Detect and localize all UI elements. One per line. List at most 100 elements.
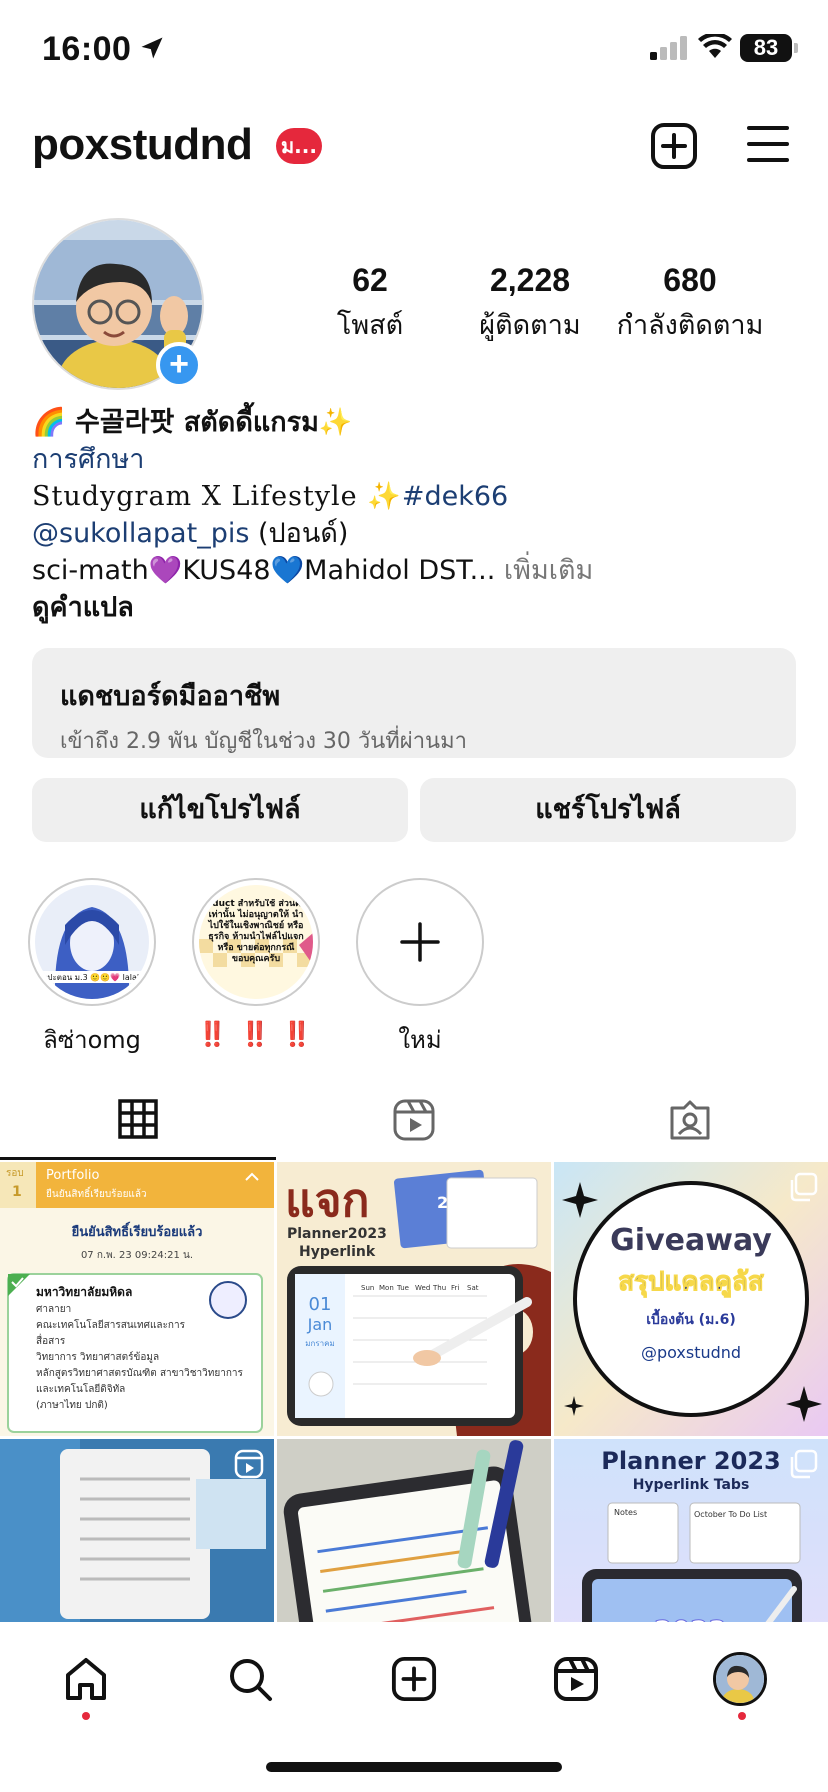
battery-nub (794, 43, 798, 53)
stat-followers[interactable]: 2,228 ผู้ติดตาม (440, 262, 620, 346)
detail-line: (ภาษาไทย ปกติ) (36, 1399, 108, 1411)
post-thumbnail[interactable] (0, 1439, 274, 1622)
post-thumbnail[interactable]: Planner 2023 Hyperlink Tabs Notes Octobe… (554, 1439, 828, 1622)
profile-tabs (0, 1080, 828, 1160)
post-thumbnail[interactable] (277, 1439, 551, 1622)
calendar-month-th: มกราคม (305, 1339, 335, 1348)
battery-icon: 83 (740, 34, 792, 62)
tab-posts[interactable] (0, 1080, 276, 1160)
round-label: รอบ (6, 1168, 24, 1179)
bio-line-3-text: sci-math💜KUS48💙Mahidol DST... (32, 555, 496, 586)
home-icon (66, 1658, 106, 1700)
stat-followers-label: ผู้ติดตาม (479, 310, 581, 341)
new-highlight[interactable]: ใหม่ (356, 878, 484, 1059)
highlight-cover: oduct สำหรับใช้ ส่วนตัวเท่านั้น ไม่อนุญา… (199, 885, 313, 999)
add-story-button[interactable]: + (156, 342, 202, 388)
weekday-label: Wed (415, 1284, 430, 1292)
bio-line-2-text: (ปอนด์) (249, 518, 349, 549)
profile-category[interactable]: การศึกษา (32, 441, 802, 478)
profile-notification-dot (738, 1712, 746, 1720)
confirm-date: 07 ก.พ. 23 09:24:21 น. (81, 1250, 193, 1261)
bio-line-2: @sukollapat_pis (ปอนด์) (32, 515, 802, 552)
highlight-item[interactable]: oduct สำหรับใช้ ส่วนตัวเท่านั้น ไม่อนุญา… (192, 878, 320, 1048)
hamburger-menu-icon[interactable] (746, 124, 790, 164)
bio-line-1-text: Studygram X Lifestyle ✨ (32, 481, 402, 512)
giveaway-heading: Giveaway (610, 1223, 772, 1258)
posts-grid-icon (118, 1098, 158, 1139)
post-handle: @poxstudnd (641, 1343, 741, 1362)
highlight-cover-text: ฉันศิลปะตอน ม.3 🙂🙂💗 lalalalisa (35, 973, 149, 982)
weekday-label: Sun (361, 1284, 374, 1292)
highlight-cover: ฉันศิลปะตอน ม.3 🙂🙂💗 lalalalisa (35, 885, 149, 999)
year-label: 2023 (437, 1193, 482, 1212)
bio-more-link[interactable]: เพิ่มเติม (495, 555, 593, 586)
username-switcher[interactable]: poxstudnd (32, 120, 253, 170)
wifi-icon (698, 34, 732, 58)
mention-link[interactable]: @sukollapat_pis (32, 518, 249, 549)
planner-title: Planner 2023 (601, 1447, 780, 1475)
highlight-item[interactable]: ฉันศิลปะตอน ม.3 🙂🙂💗 lalalalisa ลิซ่าomg (28, 878, 156, 1059)
dashboard-subtitle: เข้าถึง 2.9 พัน บัญชีในช่วง 30 วันที่ผ่า… (60, 729, 467, 754)
stat-posts-value: 62 (352, 262, 388, 298)
nav-search[interactable] (210, 1644, 290, 1714)
posts-grid: รอบ 1 Portfolio ยืนยันสิทธิ์เรียบร้อยแล้… (0, 1162, 828, 1622)
profile-avatar (713, 1652, 767, 1706)
home-indicator (266, 1762, 562, 1772)
create-post-icon[interactable] (650, 122, 698, 170)
cellular-signal-icon (650, 36, 687, 60)
reels-nav-icon (554, 1657, 598, 1701)
status-time: 16:00 (42, 30, 132, 68)
calendar-day: 01 (309, 1294, 332, 1315)
nav-home[interactable] (46, 1644, 126, 1714)
post-thumbnail[interactable]: Giveaway สรุปแคลคูลัส เบื้องต้น (ม.6) @p… (554, 1162, 828, 1436)
home-notification-dot (82, 1712, 90, 1720)
stat-following[interactable]: 680 กำลังติดตาม (600, 262, 780, 346)
weekday-label: Fri (451, 1284, 459, 1292)
edit-profile-button[interactable]: แก้ไขโปรไฟล์ (32, 778, 408, 842)
university-name: มหาวิทยาลัยมหิดล (36, 1285, 132, 1299)
carousel-icon (790, 1172, 818, 1202)
weekday-label: Sat (467, 1284, 479, 1292)
hashtag-link[interactable]: #dek66 (402, 481, 508, 512)
post-thumbnail[interactable]: แจก Planner2023 Hyperlink 2023 01 Jan มก… (277, 1162, 551, 1436)
detail-line: หลักสูตรวิทยาศาสตรบัณฑิต สาขาวิชาวิทยากา… (36, 1368, 243, 1379)
hyperlink-label: Hyperlink (299, 1244, 376, 1260)
detail-line: สื่อสาร (36, 1333, 66, 1347)
detail-line: วิทยาการ วิทยาศาสตร์ข้อมูล (36, 1351, 159, 1363)
reels-icon (393, 1099, 435, 1141)
highlight-ring: oduct สำหรับใช้ ส่วนตัวเท่านั้น ไม่อนุญา… (192, 878, 320, 1006)
stat-posts[interactable]: 62 โพสต์ (280, 262, 460, 346)
dashboard-title: แดชบอร์ดมืออาชีพ (60, 681, 281, 712)
new-highlight-label: ใหม่ (398, 1026, 442, 1054)
portfolio-title: Portfolio (46, 1168, 100, 1183)
nav-profile[interactable] (700, 1644, 780, 1714)
new-highlight-ring (356, 878, 484, 1006)
stat-following-value: 680 (663, 262, 717, 298)
round-number: 1 (12, 1184, 22, 1200)
portfolio-sub: ยืนยันสิทธิ์เรียบร้อยแล้ว (46, 1186, 147, 1200)
weekday-label: Tue (396, 1284, 409, 1292)
detail-line: คณะเทคโนโลยีสารสนเทศและการ (36, 1318, 186, 1331)
notes-label: Notes (614, 1508, 637, 1517)
calculus-title: สรุปแคลคูลัส (618, 1267, 764, 1298)
profile-bio: 🌈 수골라팟 สตัดดี้แกรม✨ การศึกษา Studygram X… (32, 404, 802, 626)
tab-reels[interactable] (276, 1080, 552, 1160)
todo-label: October To Do List (694, 1510, 767, 1519)
professional-dashboard[interactable]: แดชบอร์ดมืออาชีพ เข้าถึง 2.9 พัน บัญชีใน… (32, 648, 796, 758)
highlight-cover-text: oduct สำหรับใช้ ส่วนตัวเท่านั้น ไม่อนุญา… (205, 899, 307, 964)
nav-create[interactable] (374, 1644, 454, 1714)
highlight-label: ลิซ่าomg (43, 1026, 141, 1054)
see-translation-link[interactable]: ดูคำแปล (32, 589, 802, 626)
status-bar: 16:00 83 (0, 0, 828, 100)
highlight-ring: ฉันศิลปะตอน ม.3 🙂🙂💗 lalalalisa (28, 878, 156, 1006)
post-thumbnail[interactable]: รอบ 1 Portfolio ยืนยันสิทธิ์เรียบร้อยแล้… (0, 1162, 274, 1436)
stat-followers-value: 2,228 (489, 262, 571, 298)
profile-header: poxstudnd ม... (0, 112, 828, 182)
planner-subtitle: Hyperlink Tabs (633, 1477, 750, 1493)
notification-badge[interactable]: ม... (276, 128, 322, 164)
nav-reels[interactable] (536, 1644, 616, 1714)
bio-line-3: sci-math💜KUS48💙Mahidol DST... เพิ่มเติม (32, 552, 802, 589)
tab-tagged[interactable] (552, 1080, 828, 1160)
share-profile-button[interactable]: แชร์โปรไฟล์ (420, 778, 796, 842)
detail-line: ศาลายา (36, 1304, 71, 1315)
